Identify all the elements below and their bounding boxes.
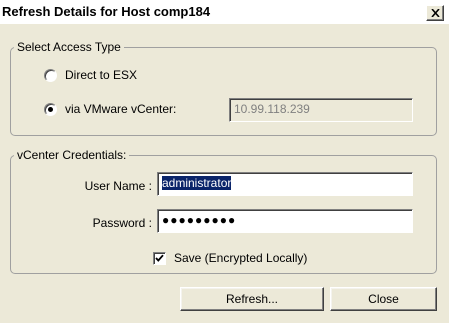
check-icon xyxy=(155,254,164,262)
direct-esx-option[interactable]: Direct to ESX xyxy=(44,68,137,82)
close-button[interactable]: Close xyxy=(330,287,437,311)
title-bar: Refresh Details for Host comp184 xyxy=(0,0,449,24)
save-encrypted-label: Save (Encrypted Locally) xyxy=(174,251,308,265)
refresh-button[interactable]: Refresh... xyxy=(180,287,324,311)
direct-esx-label: Direct to ESX xyxy=(65,68,138,82)
vcenter-label: via VMware vCenter: xyxy=(65,102,177,116)
vcenter-radio[interactable] xyxy=(44,102,57,116)
save-encrypted-option[interactable]: Save (Encrypted Locally) xyxy=(153,251,307,265)
credentials-legend: vCenter Credentials: xyxy=(14,148,130,162)
vcenter-option[interactable]: via VMware vCenter: xyxy=(44,102,176,116)
vcenter-address-field[interactable]: 10.99.118.239 xyxy=(229,98,413,122)
username-label: User Name : xyxy=(84,179,152,193)
username-value: administrator xyxy=(162,176,232,190)
access-type-group xyxy=(10,47,437,136)
radio-selected-dot xyxy=(48,106,53,112)
username-input[interactable]: administrator xyxy=(157,172,413,196)
direct-esx-radio[interactable] xyxy=(44,68,57,82)
save-encrypted-checkbox[interactable] xyxy=(153,251,166,265)
password-label: Password : xyxy=(92,216,152,230)
window-title: Refresh Details for Host comp184 xyxy=(2,4,211,19)
access-type-legend: Select Access Type xyxy=(14,40,124,54)
close-icon xyxy=(430,9,440,17)
close-window-button[interactable] xyxy=(426,5,444,21)
password-input[interactable]: ●●●●●●●●● xyxy=(157,209,413,233)
